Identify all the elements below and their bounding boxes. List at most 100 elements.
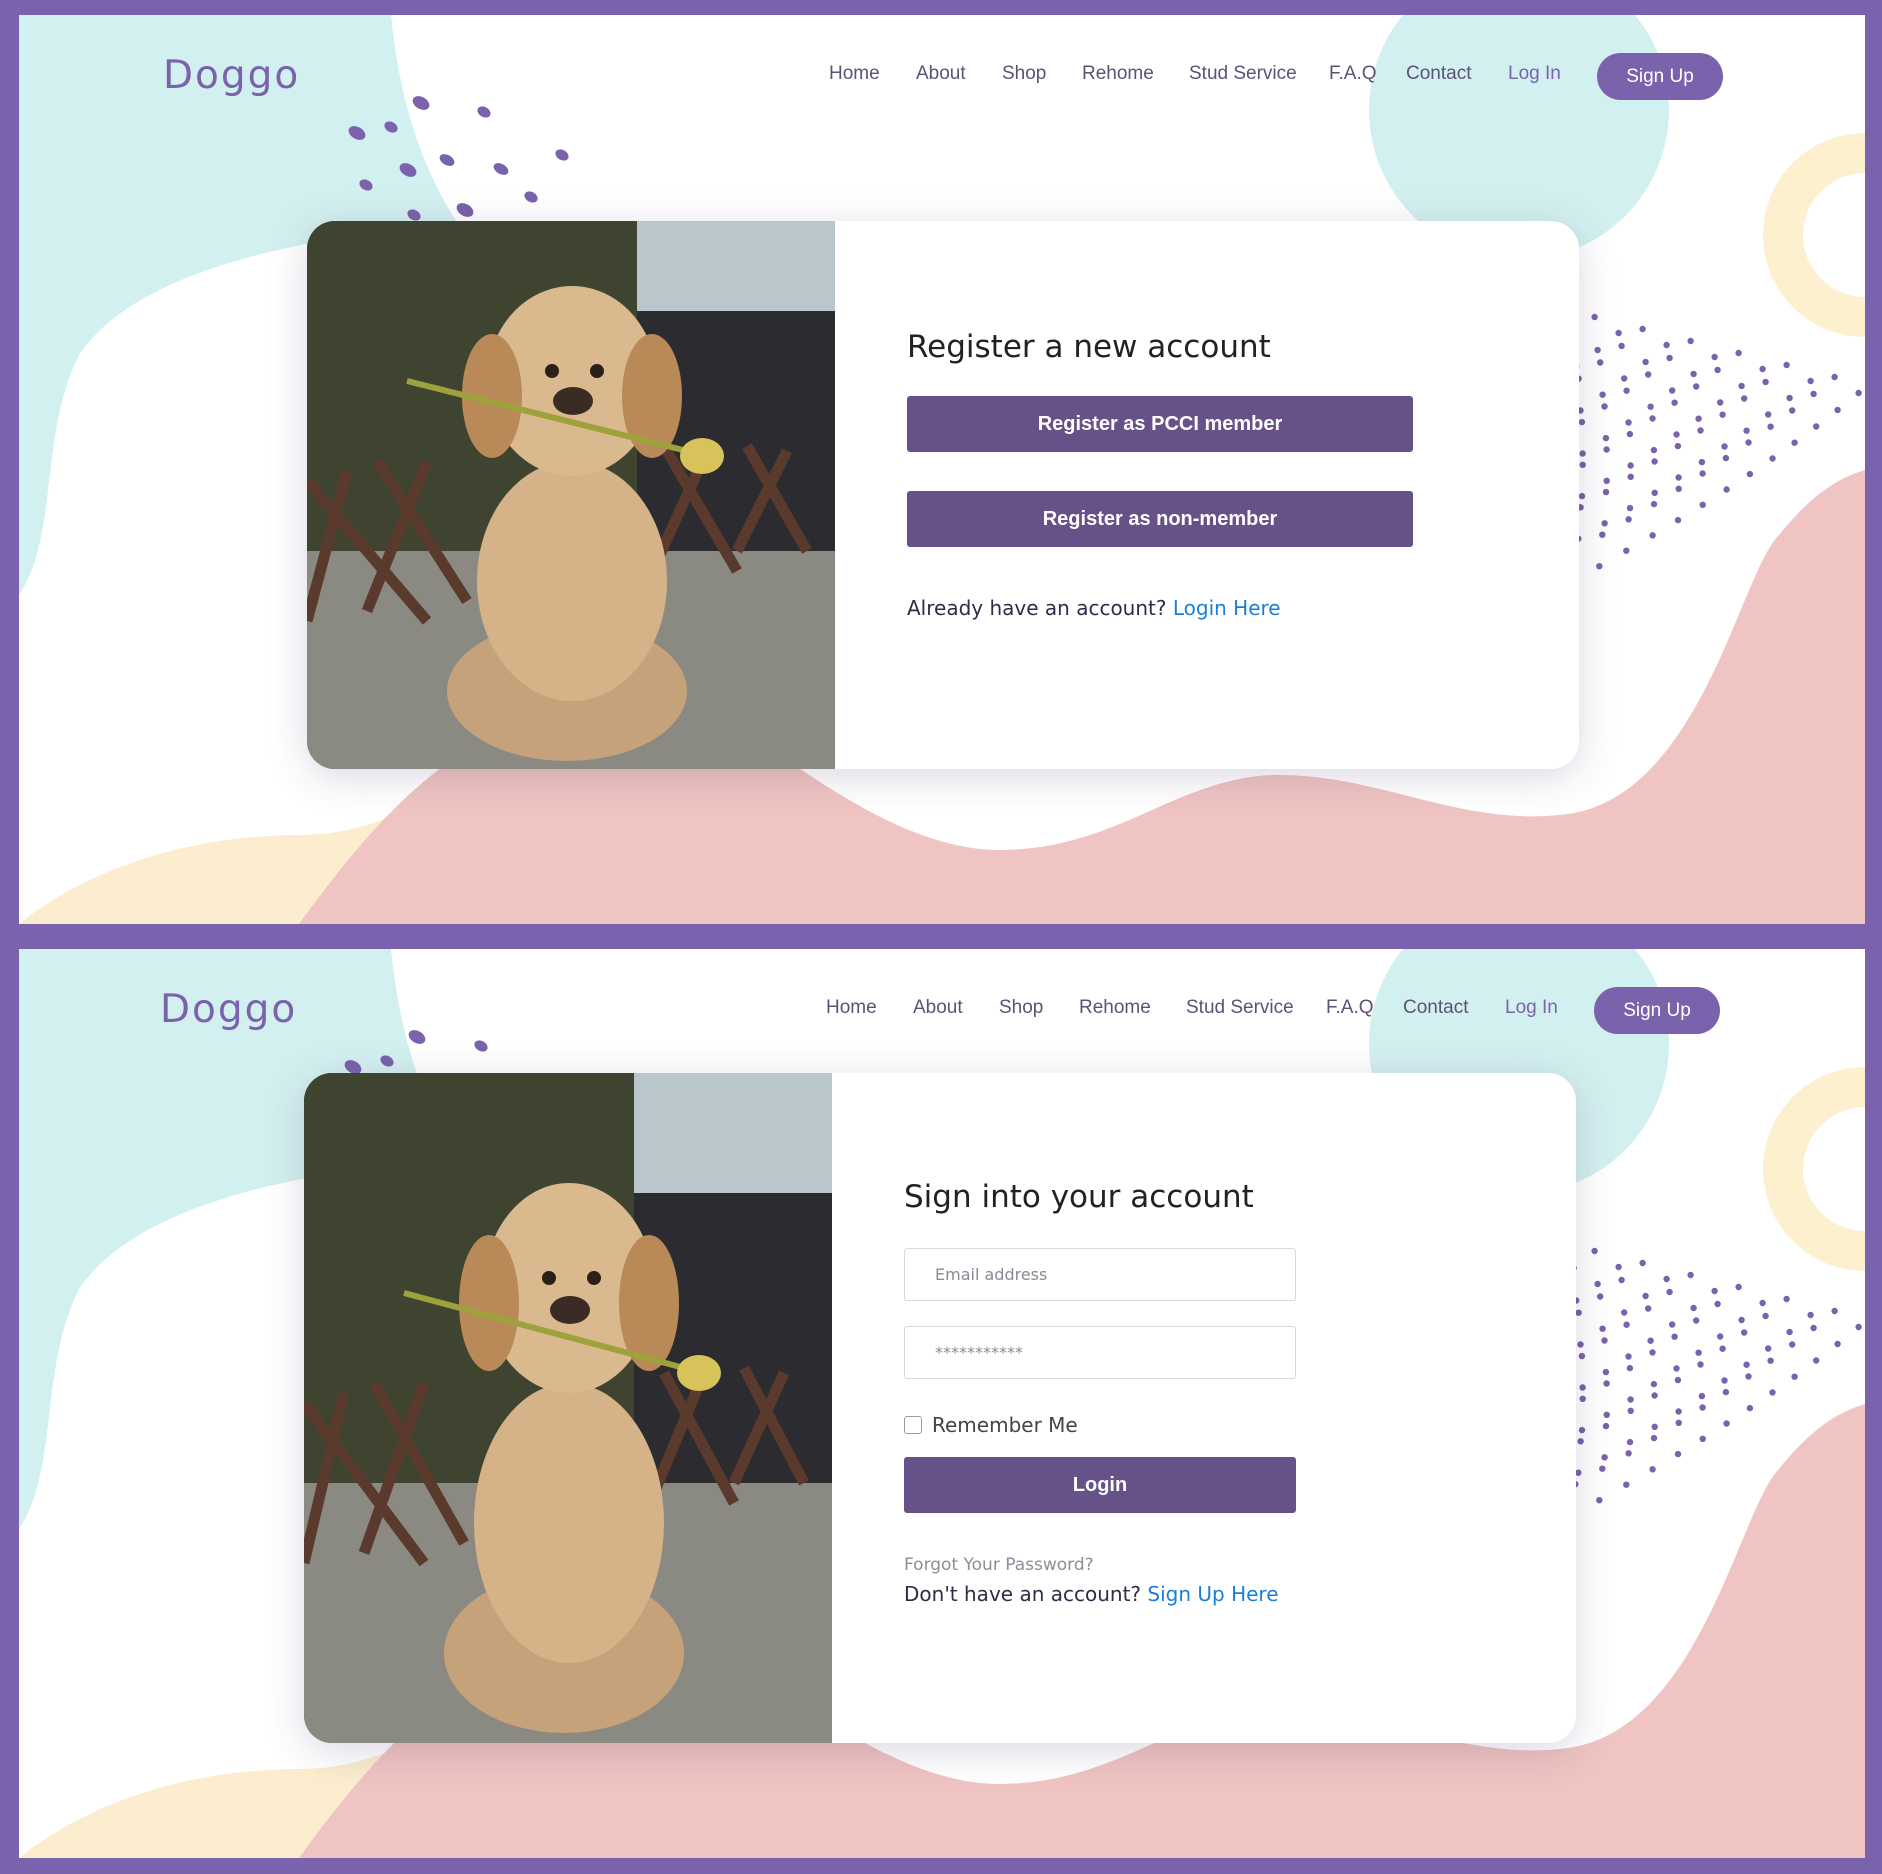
register-member-button[interactable]: Register as PCCI member [907,396,1413,452]
signin-card: Sign into your account Remember Me Login… [304,1073,1576,1743]
decor-dot [1741,395,1748,402]
remember-me-label: Remember Me [932,1413,1078,1437]
decor-dot [1597,1293,1604,1300]
nav-shop[interactable]: Shop [999,997,1043,1019]
decor-dot [1697,427,1704,434]
top-navbar: Doggo Home About Shop Rehome Stud Servic… [19,967,1865,1034]
top-navbar: Doggo Home About Shop Rehome Stud Servic… [19,33,1865,100]
decor-dot [1621,375,1628,382]
email-field[interactable] [904,1248,1296,1301]
decor-dot [1594,1280,1601,1288]
page-title: Register a new account [907,329,1271,365]
nav-faq[interactable]: F.A.Q [1329,63,1377,85]
decor-dot [1699,470,1706,477]
decor-dot [1723,486,1730,493]
register-form: Register a new account Register as PCCI … [907,221,1547,769]
decor-dot [1618,1276,1625,1284]
nav-login[interactable]: Log In [1508,63,1561,85]
decor-dot [1719,1345,1726,1352]
decor-dot [1786,394,1793,402]
decor-dot [1603,477,1610,484]
decor-dot [1603,1380,1610,1387]
decor-dot [1599,1325,1606,1332]
signup-button[interactable]: Sign Up [1594,987,1720,1034]
nav-faq[interactable]: F.A.Q [1326,997,1374,1019]
decor-dot [1765,1345,1772,1352]
decor-dot [1626,1364,1634,1372]
decor-dot [1578,1352,1586,1360]
decor-dot [1674,516,1682,524]
page-title: Sign into your account [904,1179,1254,1215]
decor-dot [1693,1317,1700,1324]
nav-contact[interactable]: Contact [1403,997,1468,1019]
brand-logo[interactable]: Doggo [163,53,300,98]
decor-dot [1789,1341,1796,1348]
decor-dot [1579,461,1586,468]
decor-dot [1695,415,1702,422]
nav-home[interactable]: Home [826,997,877,1019]
decor-dot [1627,1407,1634,1414]
decor-dot [1650,1434,1658,1442]
decor-dot [1615,329,1622,337]
nav-contact[interactable]: Contact [1406,63,1471,85]
nav-shop[interactable]: Shop [1002,63,1046,85]
decor-dot [1690,370,1697,378]
brand-logo[interactable]: Doggo [160,987,297,1032]
register-nonmember-button[interactable]: Register as non-member [907,491,1413,547]
decor-dot [1714,366,1721,374]
decor-dot [1786,1328,1793,1336]
nav-rehome[interactable]: Rehome [1082,63,1154,85]
decor-dot [1645,371,1652,378]
decor-dot [1711,353,1718,361]
decor-dot [1673,1365,1680,1372]
nav-about[interactable]: About [913,997,963,1019]
decor-dot [1575,1469,1582,1476]
register-screen: Doggo Home About Shop Rehome Stud Servic… [19,15,1865,924]
decor-dot [1834,406,1841,414]
nav-rehome[interactable]: Rehome [1079,997,1151,1019]
forgot-password-link[interactable]: Forgot Your Password? [904,1555,1094,1575]
nav-stud-service[interactable]: Stud Service [1186,997,1294,1019]
nav-login[interactable]: Log In [1505,997,1558,1019]
decor-dot [1690,1304,1697,1312]
decor-dot [1642,1292,1649,1300]
decor-dot [1649,532,1656,539]
decor-dot [1625,516,1632,523]
password-field[interactable] [904,1326,1296,1379]
remember-row: Remember Me [904,1413,1078,1437]
decor-dot [1669,387,1676,394]
decor-dot [1591,1247,1598,1255]
decor-dot [1745,1373,1752,1380]
nav-home[interactable]: Home [829,63,880,85]
nav-stud-service[interactable]: Stud Service [1189,63,1297,85]
decor-dot [1599,531,1606,538]
decor-dot [1762,378,1769,386]
decor-dot [1673,431,1680,438]
decor-dot [1602,434,1610,442]
signup-button[interactable]: Sign Up [1597,53,1723,100]
nav-about[interactable]: About [916,63,966,85]
decor-dot [1687,337,1694,345]
decor-dot [1675,485,1682,492]
signup-here-link[interactable]: Sign Up Here [1147,1582,1278,1606]
decor-dot [1719,411,1726,418]
decor-dot [1601,1454,1608,1461]
signin-form: Sign into your account Remember Me Login… [904,1073,1544,1743]
decor-dot [1639,1259,1646,1267]
decor-dot [1602,1368,1610,1376]
login-here-link[interactable]: Login Here [1173,596,1281,620]
decor-dot [1602,488,1610,496]
login-button[interactable]: Login [904,1457,1296,1513]
checkbox-icon[interactable] [904,1416,922,1434]
decor-dot [1745,439,1752,446]
decor-dot [1789,407,1796,414]
decor-dot [1669,1321,1676,1328]
decor-dot [1650,1380,1658,1388]
decor-dot [1651,1423,1658,1430]
decor-dot [1623,547,1630,554]
decor-dot [1721,443,1728,450]
decor-dot [1577,1438,1584,1445]
decor-dot [1671,1333,1678,1340]
signup-prompt: Don't have an account? Sign Up Here [904,1582,1279,1606]
decor-dot [1627,462,1634,469]
